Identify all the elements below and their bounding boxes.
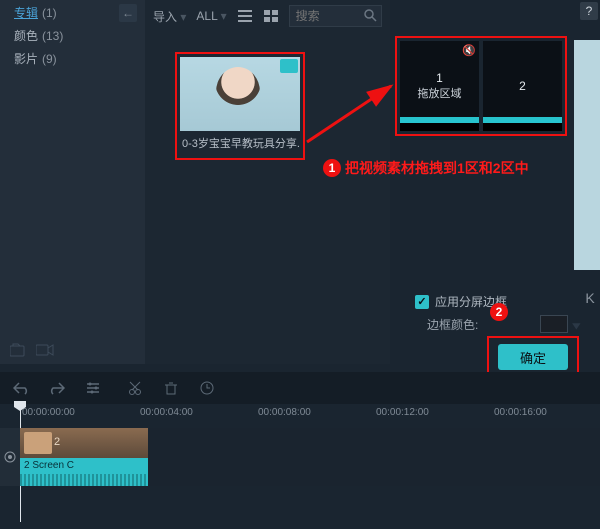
- sidebar-item-count: (9): [42, 52, 57, 66]
- search-icon[interactable]: [363, 8, 377, 22]
- ruler-tick: 00:00:16:00: [494, 407, 547, 418]
- filter-all-button[interactable]: ALL ▾: [196, 9, 226, 23]
- browser-toolbar: 导入 ▾ ALL ▾: [145, 0, 390, 32]
- zone-number: 1: [436, 71, 443, 85]
- drop-zone-2[interactable]: 2: [483, 41, 562, 131]
- sidebar-item-label: 影片: [14, 50, 38, 67]
- preview-ghost-k: K: [580, 280, 600, 316]
- annotation-text: 把视频素材拖拽到1区和2区中: [345, 158, 529, 178]
- border-color-picker[interactable]: [540, 315, 568, 333]
- sidebar-item-count: (13): [42, 29, 63, 43]
- media-thumbnail[interactable]: 0-3岁宝宝早教玩具分享...: [175, 52, 305, 160]
- border-color-row: 边框颜色:: [427, 315, 568, 333]
- view-list-icon[interactable]: [237, 8, 253, 24]
- ruler-tick: 00:00:00:00: [22, 407, 75, 418]
- zone-label: 拖放区域: [418, 85, 462, 101]
- cut-icon[interactable]: [126, 379, 144, 397]
- clip-label-strip: 2 Screen C: [20, 458, 148, 486]
- sidebar-item-video[interactable]: 影片 (9): [0, 47, 145, 70]
- record-icon[interactable]: [36, 343, 54, 357]
- drop-zones: 🔇 1 拖放区域 2: [395, 36, 567, 136]
- sidebar-item-label: 颜色: [14, 27, 38, 44]
- thumbnail-caption: 0-3岁宝宝早教玩具分享...: [180, 131, 300, 151]
- sidebar-item-label: 专辑: [14, 4, 38, 21]
- clip-name: 2 Screen C: [24, 460, 74, 471]
- sidebar-item-count: (1): [42, 6, 57, 20]
- clip-type-icon: [280, 59, 298, 73]
- ruler-tick: 00:00:12:00: [376, 407, 429, 418]
- border-color-label: 边框颜色:: [427, 316, 478, 333]
- sidebar-footer: [0, 336, 145, 364]
- timeline-clip[interactable]: 2 2 Screen C: [20, 428, 148, 486]
- search-box[interactable]: [289, 5, 382, 27]
- clip-index: 2: [54, 436, 60, 448]
- timeline-ruler[interactable]: 00:00:00:00 00:00:04:00 00:00:08:00 00:0…: [0, 404, 600, 424]
- annotation-1: 1 把视频素材拖拽到1区和2区中: [323, 158, 529, 178]
- adjust-icon[interactable]: [84, 379, 102, 397]
- back-icon[interactable]: ←: [119, 4, 137, 22]
- apply-border-checkbox[interactable]: ✓: [415, 295, 429, 309]
- waveform: [20, 474, 148, 486]
- preview-ghost: [574, 40, 600, 270]
- undo-icon[interactable]: [12, 379, 30, 397]
- mute-icon[interactable]: 🔇: [462, 44, 476, 58]
- clip-thumb: 2: [20, 428, 148, 458]
- import-button[interactable]: 导入 ▾: [153, 8, 186, 25]
- delete-icon[interactable]: [162, 379, 180, 397]
- annotation-badge-1: 1: [323, 159, 341, 177]
- history-icon[interactable]: [198, 379, 216, 397]
- ruler-tick: 00:00:08:00: [258, 407, 311, 418]
- ruler-tick: 00:00:04:00: [140, 407, 193, 418]
- thumbnail-image: [180, 57, 300, 131]
- sidebar-item-color[interactable]: 颜色 (13): [0, 24, 145, 47]
- track-head-icon[interactable]: [0, 428, 20, 486]
- redo-icon[interactable]: [48, 379, 66, 397]
- ok-button[interactable]: 确定: [498, 344, 568, 370]
- folder-sidebar: 专辑 (1) ← 颜色 (13) 影片 (9): [0, 0, 145, 364]
- view-grid-icon[interactable]: [263, 8, 279, 24]
- zone-number: 2: [519, 79, 526, 93]
- video-track[interactable]: 2 2 Screen C: [0, 428, 600, 486]
- help-icon[interactable]: ?: [580, 2, 598, 20]
- drop-zone-1[interactable]: 🔇 1 拖放区域: [400, 41, 479, 131]
- folder-add-icon[interactable]: [10, 343, 26, 357]
- timeline-toolbar: [0, 372, 600, 404]
